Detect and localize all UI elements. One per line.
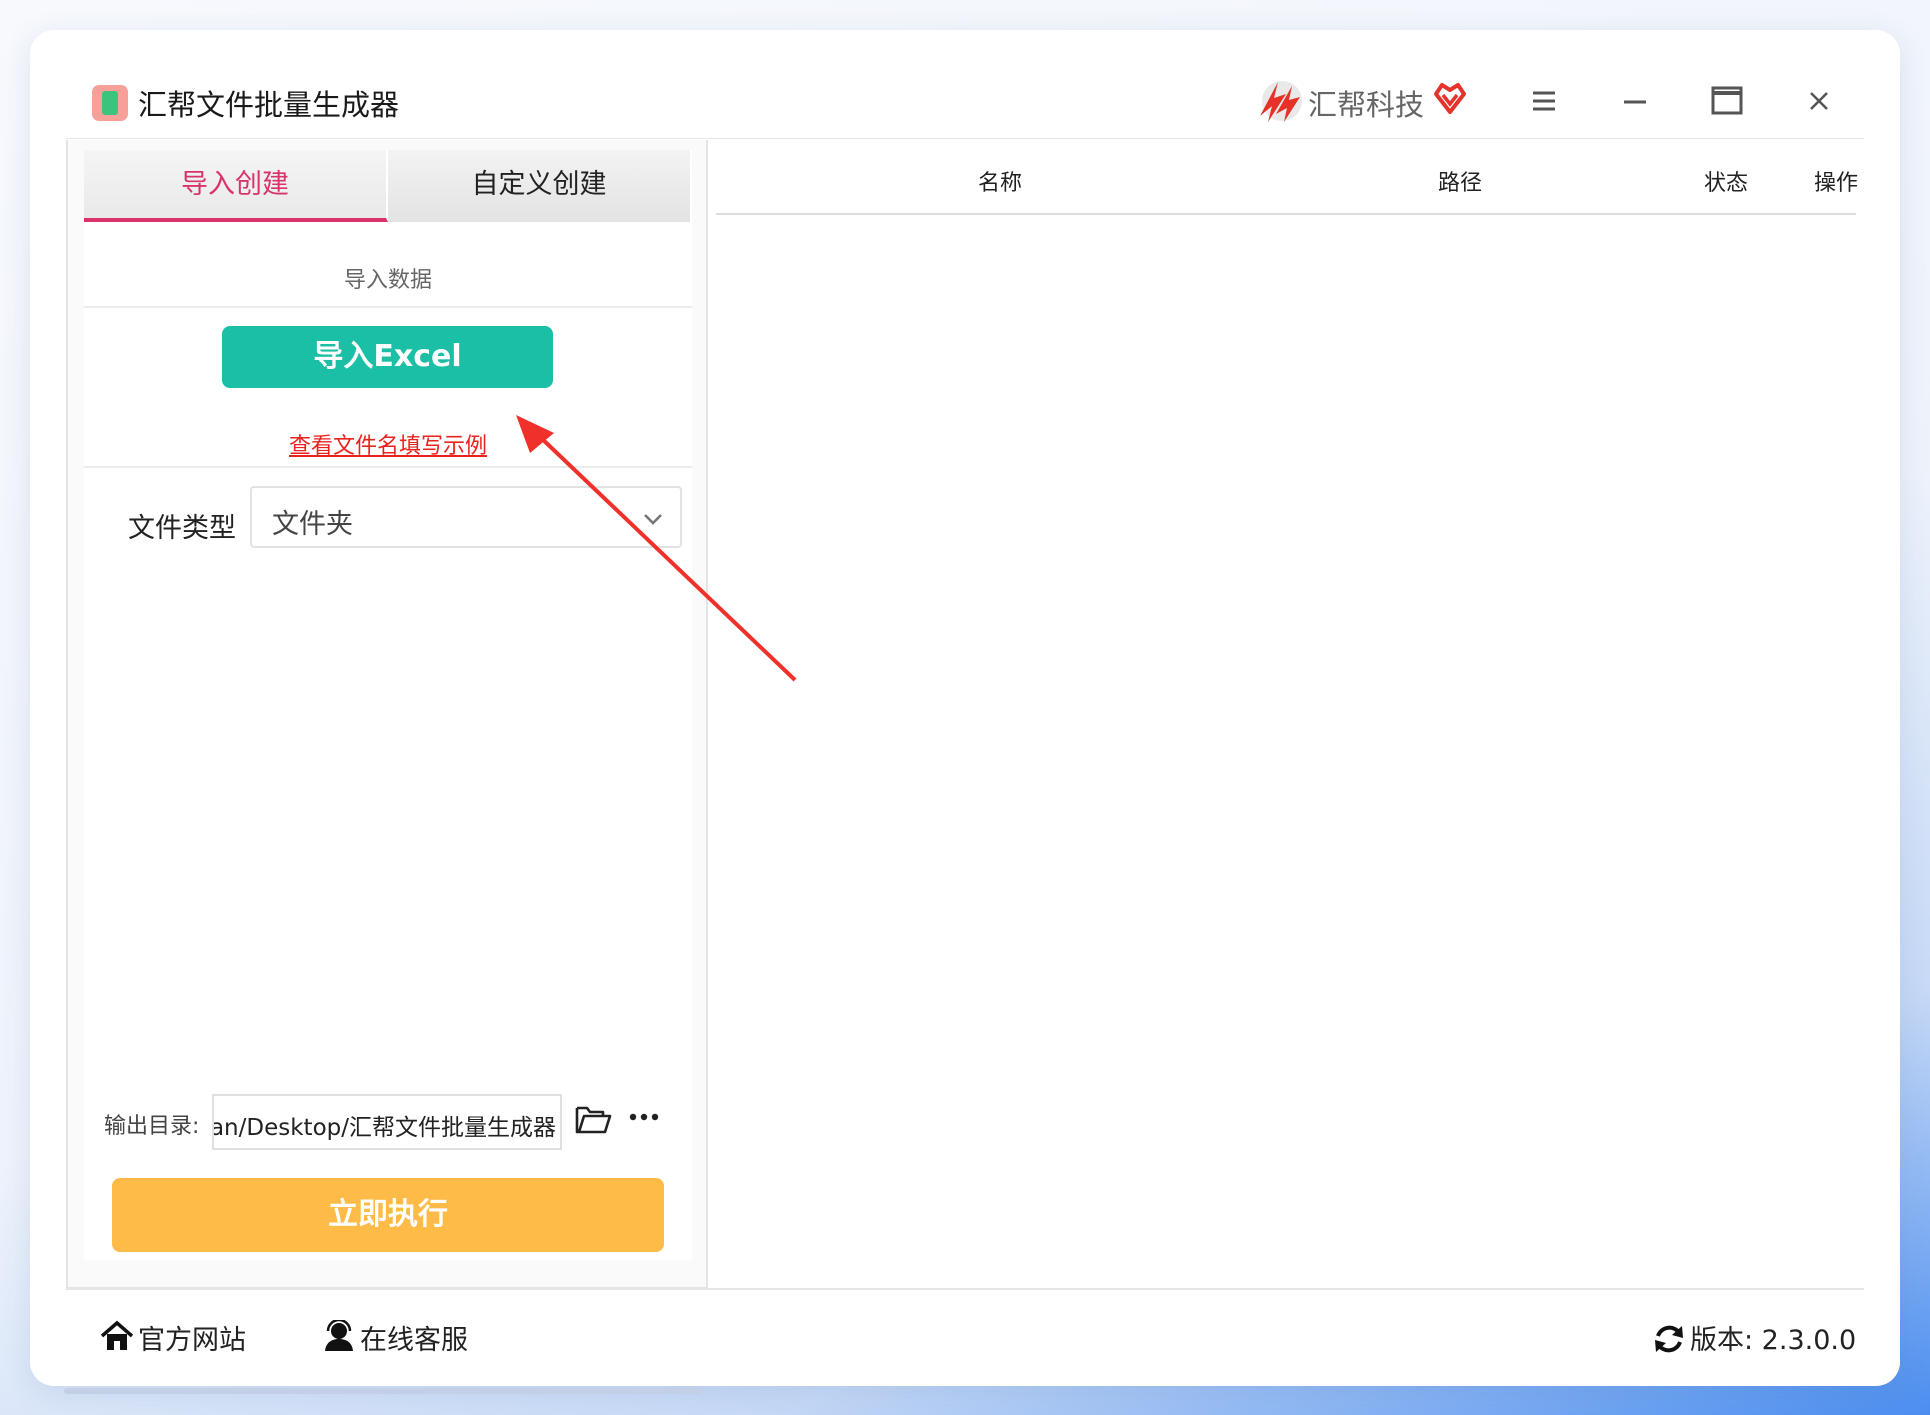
output-dir-value: uan/Desktop/汇帮文件批量生成器	[212, 1115, 556, 1141]
official-website-label: 官方网站	[138, 1325, 246, 1356]
app-icon	[92, 85, 128, 121]
version-label: 版本: 2.3.0.0	[1690, 1325, 1857, 1356]
user-headset-icon	[325, 1320, 353, 1351]
file-type-value: 文件夹	[272, 509, 353, 540]
annotation-arrow-icon	[516, 415, 797, 682]
section-label: 导入数据	[343, 268, 432, 293]
file-table: 名称 路径 状态 操作	[716, 140, 1866, 1289]
left-panel: 导入创建 自定义创建 导入数据 导入Excel 查看文件名填写示例 文件类型 文…	[66, 140, 708, 1289]
more-icon[interactable]	[626, 1102, 662, 1132]
divider	[84, 306, 692, 308]
import-excel-button[interactable]: 导入Excel	[222, 326, 553, 388]
column-header-path: 路径	[1438, 171, 1483, 196]
maximize-icon[interactable]	[1704, 78, 1750, 124]
refresh-icon[interactable]	[1652, 1322, 1686, 1356]
heart-icon[interactable]	[1432, 80, 1468, 116]
tab-import-create[interactable]: 导入创建	[84, 150, 388, 222]
left-panel-content: 导入创建 自定义创建 导入数据 导入Excel 查看文件名填写示例 文件类型 文…	[84, 150, 692, 1260]
footer-divider	[66, 1288, 1864, 1290]
horizontal-scrollbar[interactable]	[64, 1388, 702, 1394]
online-support-label: 在线客服	[360, 1325, 468, 1356]
column-header-action: 操作	[1814, 171, 1859, 196]
app-title: 汇帮文件批量生成器	[138, 88, 400, 122]
brand-logo-icon	[1260, 81, 1302, 122]
output-dir-input[interactable]: uan/Desktop/汇帮文件批量生成器	[212, 1094, 562, 1150]
close-icon[interactable]	[1796, 78, 1842, 124]
folder-open-icon[interactable]	[574, 1102, 612, 1136]
table-header-divider	[716, 213, 1856, 215]
title-bar: 汇帮文件批量生成器 汇帮科技	[30, 30, 1900, 138]
home-icon	[100, 1320, 134, 1350]
menu-icon[interactable]	[1520, 78, 1566, 124]
tab-custom-create[interactable]: 自定义创建	[388, 150, 692, 222]
column-header-status: 状态	[1704, 171, 1749, 196]
app-window: 汇帮文件批量生成器 汇帮科技 导入创建 自定义创建 导入数据 导入Excel 查…	[30, 30, 1900, 1386]
run-button[interactable]: 立即执行	[112, 1178, 664, 1252]
brand-name: 汇帮科技	[1308, 88, 1425, 122]
tab-bar: 导入创建 自定义创建	[84, 150, 692, 222]
title-divider	[66, 138, 1864, 139]
minimize-icon[interactable]	[1612, 78, 1658, 124]
file-type-label: 文件类型	[128, 513, 236, 544]
output-dir-label: 输出目录:	[104, 1114, 200, 1139]
column-header-name: 名称	[978, 171, 1023, 196]
